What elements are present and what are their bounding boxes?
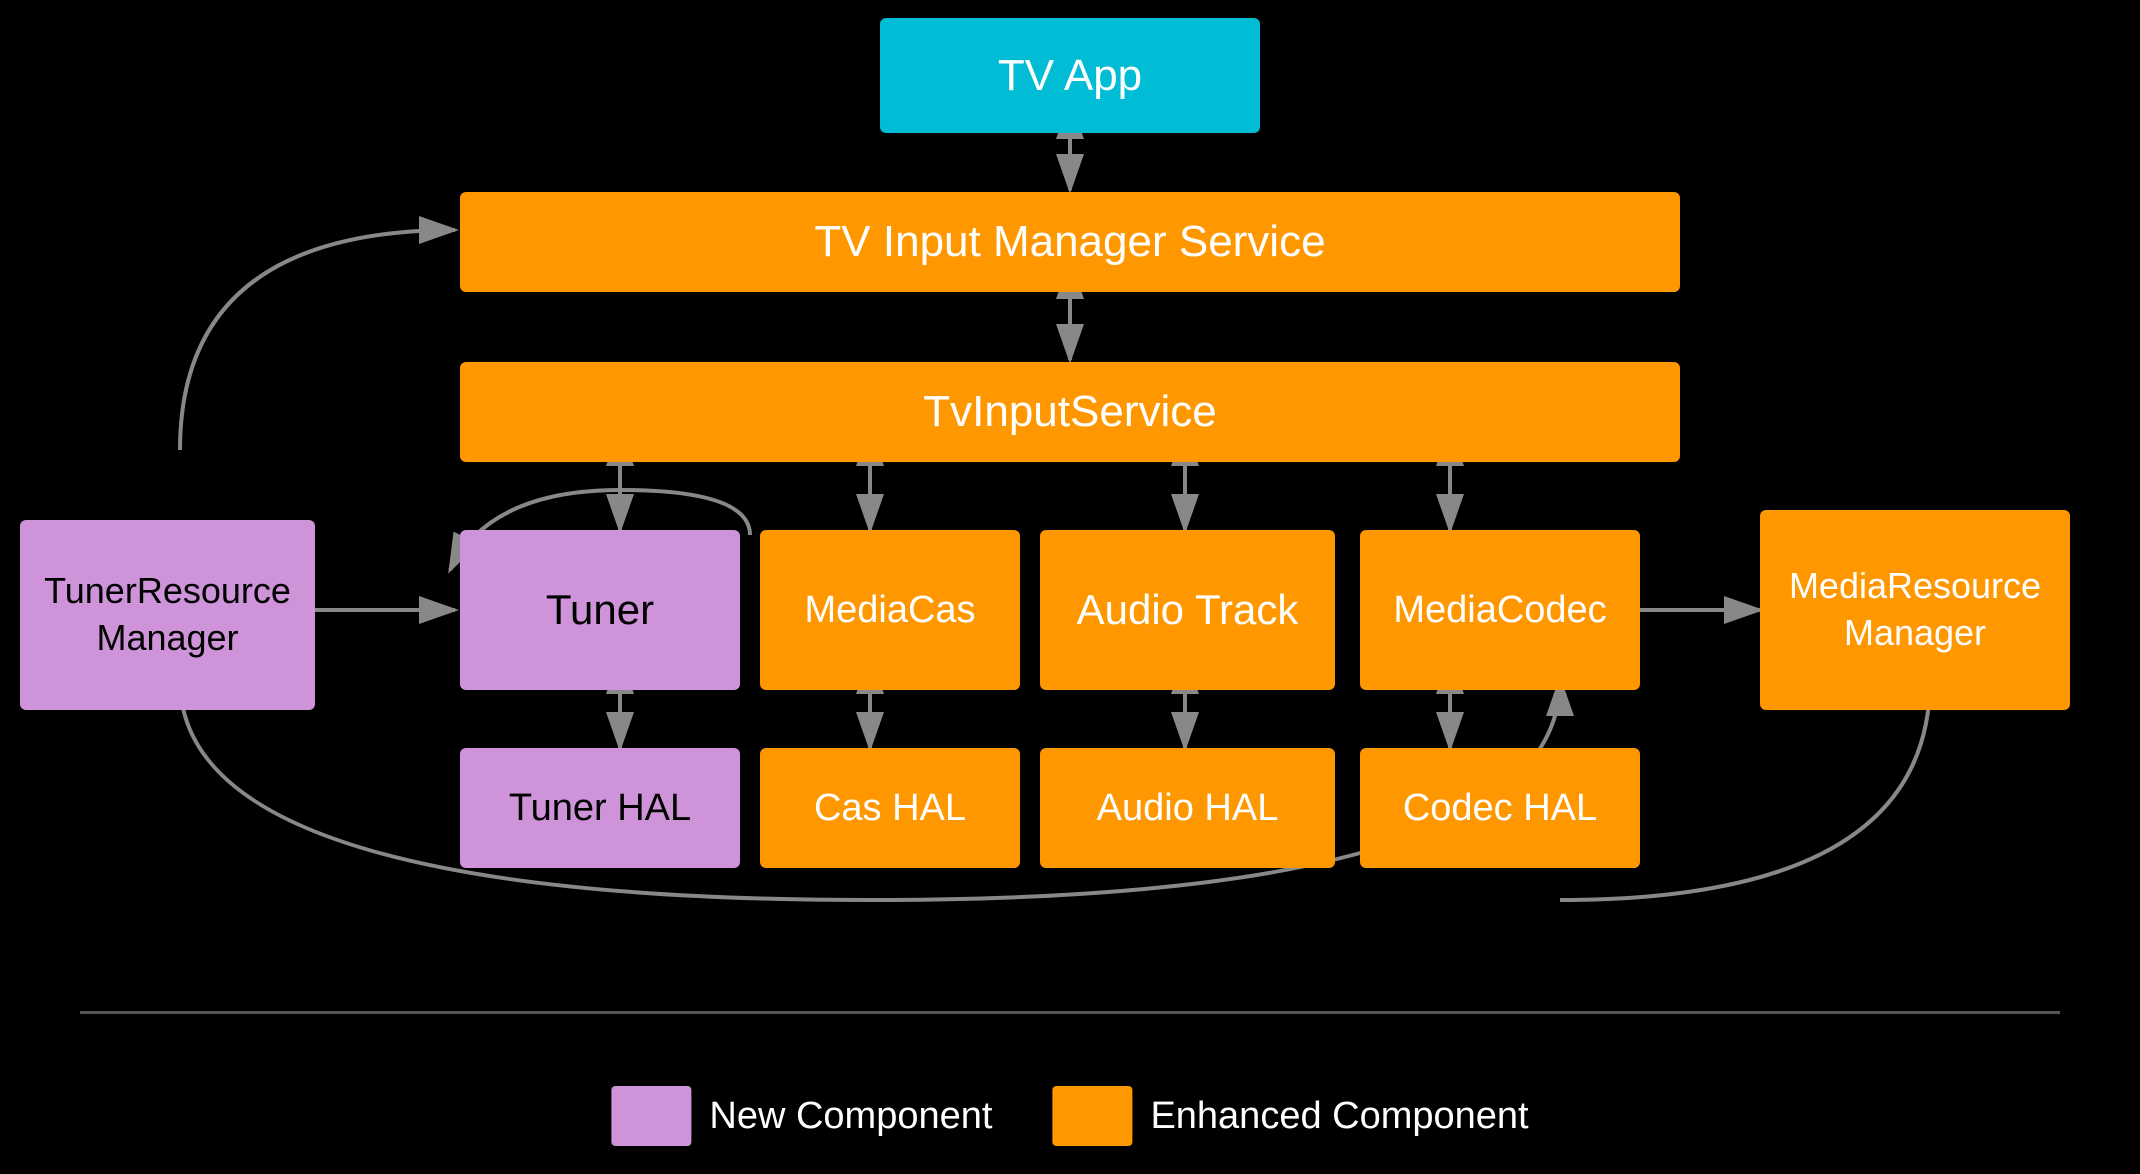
legend-enhanced-component: Enhanced Component [1052,1086,1528,1146]
media-codec-box: MediaCodec [1360,530,1640,690]
tv-input-service-box: TvInputService [460,362,1680,462]
legend-new-component-label: New Component [709,1095,992,1138]
codec-hal-box: Codec HAL [1360,748,1640,868]
audio-track-box: Audio Track [1040,530,1335,690]
diagram-container: TV App TV Input Manager Service TvInputS… [0,0,2140,1174]
legend-enhanced-component-box [1052,1086,1132,1146]
tv-app-box: TV App [880,18,1260,133]
legend-new-component-box [611,1086,691,1146]
audio-hal-box: Audio HAL [1040,748,1335,868]
legend: New Component Enhanced Component [611,1086,1528,1146]
legend-new-component: New Component [611,1086,992,1146]
media-cas-box: MediaCas [760,530,1020,690]
tuner-hal-box: Tuner HAL [460,748,740,868]
divider [80,1011,2060,1014]
tv-input-manager-box: TV Input Manager Service [460,192,1680,292]
cas-hal-box: Cas HAL [760,748,1020,868]
tuner-box: Tuner [460,530,740,690]
media-resource-manager-box: MediaResourceManager [1760,510,2070,710]
tuner-resource-manager-box: TunerResourceManager [20,520,315,710]
legend-enhanced-component-label: Enhanced Component [1150,1095,1528,1138]
